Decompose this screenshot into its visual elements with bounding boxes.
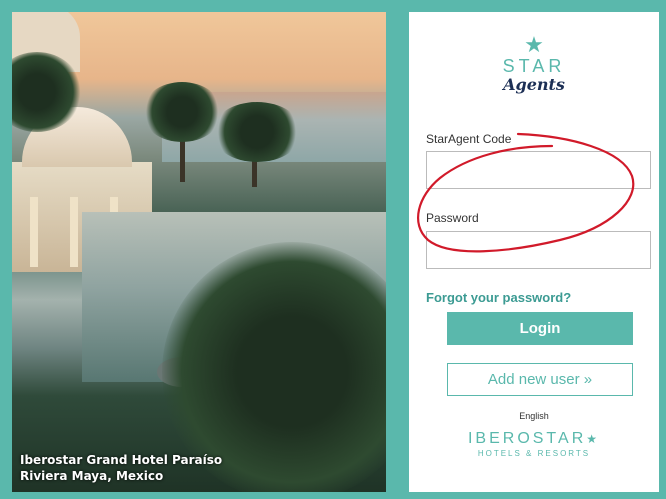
password-label: Password (426, 211, 479, 225)
star-icon: ★ (524, 32, 544, 57)
staragent-code-input[interactable] (426, 151, 651, 189)
iberostar-subtitle: HOTELS & RESORTS (477, 449, 591, 458)
forgot-password-link[interactable]: Forgot your password? (426, 290, 571, 305)
palm-tree (212, 102, 302, 162)
iberostar-star-icon: ★ (586, 432, 601, 446)
hotel-photo: Iberostar Grand Hotel Paraíso Riviera Ma… (12, 12, 386, 492)
add-new-user-button[interactable]: Add new user » (447, 363, 633, 396)
caption-hotel: Iberostar Grand Hotel Paraíso (20, 453, 223, 467)
pillar (30, 197, 38, 267)
staragents-logo: ★ STAR Agents (409, 34, 659, 94)
iberostar-wordmark: IBEROSTAR (467, 430, 587, 447)
login-button[interactable]: Login (447, 312, 633, 345)
language-selector[interactable]: English (409, 411, 659, 421)
brand-agents-word: Agents (503, 75, 565, 94)
caption-location: Riviera Maya, Mexico (20, 469, 164, 483)
login-panel: ★ STAR Agents StarAgent Code Password Fo… (409, 12, 659, 492)
staragent-code-label: StarAgent Code (426, 132, 512, 146)
brand-star-word: STAR (502, 56, 566, 76)
iberostar-logo: IBEROSTAR★ HOTELS & RESORTS (409, 430, 659, 460)
palm-tree (142, 82, 222, 142)
password-input[interactable] (426, 231, 651, 269)
photo-caption: Iberostar Grand Hotel Paraíso Riviera Ma… (20, 452, 222, 484)
pillar (70, 197, 78, 267)
